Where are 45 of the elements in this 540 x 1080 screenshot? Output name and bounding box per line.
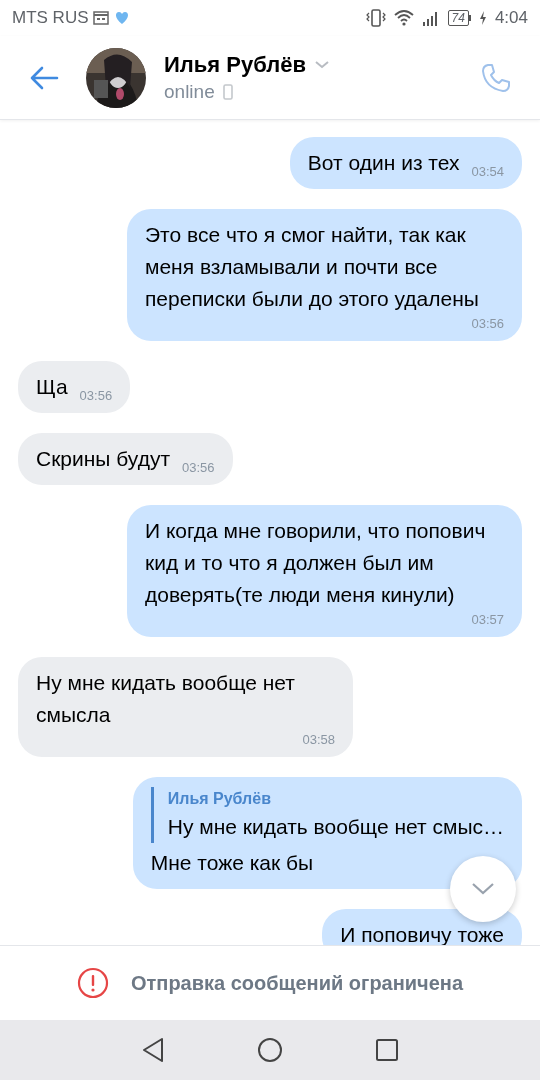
message-time: 03:56	[471, 315, 504, 333]
reply-author: Илья Рублёв	[167, 789, 272, 809]
chevron-down-icon	[471, 882, 495, 896]
message-text: Это все что я смог найти, так как меня взламывали и почти все переписки были до этого удалены	[145, 222, 480, 312]
signal-icon	[421, 10, 440, 26]
message-time: 03:58	[302, 731, 335, 749]
message-text: И когда мне говорили, что попович кид и то что я должен был им доверять(те люди меня кинули)	[145, 518, 487, 608]
message-bubble[interactable]: Ща 03:56	[18, 361, 131, 413]
wifi-icon	[393, 10, 414, 26]
nav-back-button[interactable]	[141, 1037, 165, 1063]
restriction-notice: Отправка сообщений ограничена	[130, 971, 464, 996]
message-bubble[interactable]: И когда мне говорили, что попович кид и то что я должен был им доверять(те люди меня кинули) 03:57	[127, 505, 522, 637]
message-time: 03:54	[471, 163, 504, 181]
message-bubble[interactable]: Вот один из тех 03:54	[289, 137, 522, 189]
message-time: 03:56	[79, 387, 113, 405]
contact-name: Илья Рублёв	[164, 50, 306, 79]
message-bubble[interactable]: Ну мне кидать вообще нет смысла 03:58	[18, 657, 353, 757]
square-icon	[375, 1038, 399, 1062]
battery-icon: 74	[447, 10, 471, 26]
message-bubble[interactable]: Илья Рублёв Ну мне кидать вообще нет смыс… Мне тоже как бы	[132, 777, 522, 889]
message-text: Мне тоже как бы	[150, 850, 314, 876]
carrier-name: MTS RUS	[12, 7, 89, 30]
message-text: Скрины будут	[36, 446, 171, 472]
nav-recents-button[interactable]	[375, 1038, 399, 1062]
message-bubble[interactable]: Это все что я смог найти, так как меня взламывали и почти все переписки были до этого удалены 03:56	[127, 209, 522, 341]
phone-icon	[480, 61, 512, 94]
circle-icon	[257, 1037, 283, 1063]
message-time: 03:57	[471, 611, 504, 629]
message-text: Вот один из тех	[307, 150, 460, 176]
vibrate-icon	[365, 9, 386, 27]
message-text: Ну мне кидать вообще нет смысла	[36, 670, 296, 728]
charging-icon	[478, 11, 487, 25]
message-time: 03:56	[182, 459, 215, 477]
quoted-text: Ну мне кидать вообще нет смыс…	[167, 814, 504, 840]
chevron-down-icon	[313, 59, 330, 70]
clock-time: 4:04	[494, 7, 528, 30]
warning-icon	[76, 967, 109, 999]
presence-status: online	[164, 79, 215, 104]
message-bubble[interactable]: Скрины будут 03:56	[18, 433, 233, 485]
triangle-icon	[141, 1037, 165, 1063]
phone-device-icon	[222, 83, 233, 100]
nav-home-button[interactable]	[257, 1037, 283, 1063]
calendar-icon	[92, 11, 109, 25]
message-text: Ща	[36, 374, 68, 400]
back-arrow-icon	[29, 65, 59, 90]
